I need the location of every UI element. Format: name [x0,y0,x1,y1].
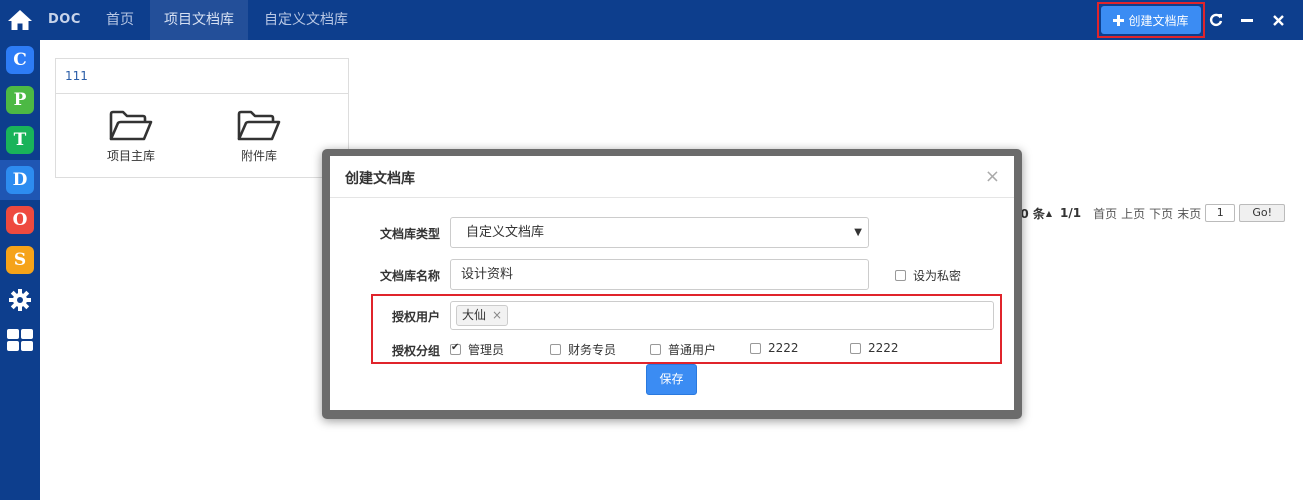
first-page-link[interactable]: 首页 [1093,205,1117,222]
private-toggle[interactable]: 设为私密 [895,267,961,284]
group-checkbox-2222-b[interactable] [850,342,861,354]
group-option-admin[interactable]: 管理员 [450,341,504,358]
plus-icon [1113,14,1125,26]
group-checkbox-normal-user[interactable] [650,344,661,355]
last-page-link[interactable]: 末页 [1177,205,1201,222]
save-button[interactable]: 保存 [646,364,697,395]
dropdown-caret-icon: ▼ [854,227,862,238]
prev-page-link[interactable]: 上页 [1121,205,1145,222]
modal-close-button[interactable]: × [985,166,1000,187]
group-checkbox-finance[interactable] [550,344,561,355]
tab-home[interactable]: 首页 [92,0,148,40]
authorized-users-input[interactable]: 大仙 × [450,301,994,330]
app-s-icon[interactable]: S [6,246,34,274]
pagination: 20 条 ▲ 1/1 首页 上页 下页 末页 1 Go! [1012,204,1286,222]
app-d-icon[interactable]: D [6,166,34,194]
close-icon[interactable] [1268,10,1288,30]
app-c-letter: C [13,50,27,70]
library-name-input[interactable]: 设计资料 [450,259,869,290]
create-library-modal: 创建文档库 × 文档库类型 自定义文档库 ▼ 文档库名称 设计资料 设为私密 授… [330,156,1014,410]
group-label-admin: 管理员 [468,343,505,357]
modal-title: 创建文档库 [345,171,415,187]
modal-divider [330,197,1014,198]
library-type-label: 文档库类型 [379,227,440,241]
group-checkbox-2222-a[interactable] [750,342,761,354]
group-option-finance[interactable]: 财务专员 [550,341,616,358]
app-d-letter: D [12,170,28,190]
tab-custom-library[interactable]: 自定义文档库 [250,0,362,40]
app-s-letter: S [13,250,27,270]
go-button[interactable]: Go! [1239,204,1286,222]
create-library-label: 创建文档库 [1128,13,1189,28]
folder-project-main[interactable]: 项目主库 [91,109,171,164]
folder-icon [109,110,153,141]
app-p-icon[interactable]: P [6,86,34,114]
library-type-select[interactable]: 自定义文档库 ▼ [450,217,869,248]
user-tag: 大仙 × [456,305,509,326]
page-number-input[interactable]: 1 [1205,204,1236,222]
group-option-2222-b[interactable]: 2222 [850,341,899,355]
folder-icon [237,110,281,141]
private-checkbox[interactable] [895,270,906,281]
dashboard-grid-icon[interactable] [6,326,34,354]
settings-gear-icon[interactable] [6,286,34,314]
app-t-icon[interactable]: T [6,126,34,154]
group-label-2222-a: 2222 [768,341,799,355]
app-t-letter: T [13,130,27,150]
home-icon[interactable] [0,0,40,40]
folder-attachments[interactable]: 附件库 [219,109,299,164]
group-label-2222-b: 2222 [868,341,899,355]
app-o-letter: O [12,210,28,230]
page-count: 1/1 [1060,206,1082,220]
private-label: 设为私密 [913,269,962,283]
refresh-icon[interactable] [1206,10,1226,30]
brand-logo: DOC [48,12,81,27]
create-library-button[interactable]: 创建文档库 [1101,6,1201,34]
top-navbar: DOC 首页 项目文档库 自定义文档库 创建文档库 [40,0,1303,40]
authorized-users-label: 授权用户 [391,310,440,324]
app-o-icon[interactable]: O [6,206,34,234]
group-label-finance: 财务专员 [568,343,617,357]
library-type-value: 自定义文档库 [466,225,545,240]
library-name-label: 文档库名称 [379,269,440,283]
folder-attachments-label: 附件库 [240,149,277,163]
user-tag-label: 大仙 [462,308,487,322]
library-card-title[interactable]: 111 [56,59,348,94]
app-p-letter: P [13,90,27,110]
group-option-2222-a[interactable]: 2222 [750,341,799,355]
caret-up-icon: ▲ [1045,208,1053,218]
library-card: 111 项目主库 附件库 [55,58,349,178]
folder-project-main-label: 项目主库 [106,149,155,163]
next-page-link[interactable]: 下页 [1149,205,1173,222]
app-c-icon[interactable]: C [6,46,34,74]
authorized-groups-label: 授权分组 [391,344,440,358]
group-checkbox-admin[interactable] [450,342,461,355]
tab-project-library[interactable]: 项目文档库 [150,0,248,40]
group-option-normal-user[interactable]: 普通用户 [650,341,716,358]
remove-tag-icon[interactable]: × [492,306,502,325]
left-sidebar: C P T D O S [0,0,40,500]
minimize-icon[interactable] [1237,10,1257,30]
group-label-normal-user: 普通用户 [668,343,717,357]
